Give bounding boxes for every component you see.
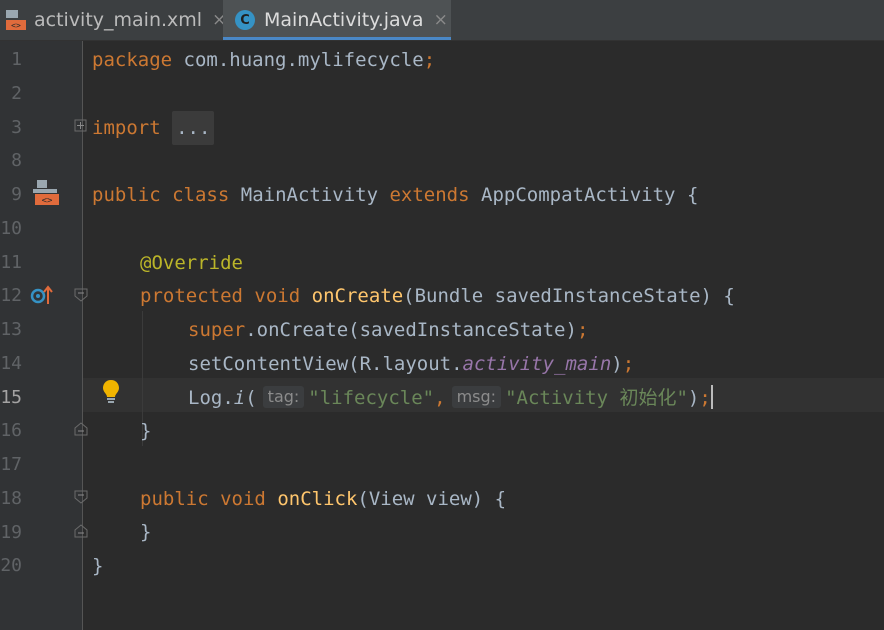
string-literal: "lifecycle" <box>308 387 435 409</box>
code-line-9[interactable]: public class MainActivity extends AppCom… <box>92 178 698 212</box>
resource-field: activity_main <box>462 353 612 375</box>
xml-layout-icon: <> <box>4 8 28 32</box>
line-number: 18 <box>0 488 22 509</box>
tab-label: MainActivity.java <box>264 9 424 31</box>
param-hint-tag: tag: <box>262 385 305 408</box>
brace: } <box>140 420 152 442</box>
keyword: super <box>188 319 246 341</box>
semicolon: ; <box>423 49 436 71</box>
method-name: onClick <box>277 488 358 510</box>
code-editor[interactable]: 1 2 3 8 9 10 11 12 13 14 15 16 17 18 19 … <box>0 41 884 630</box>
gutter[interactable]: 1 2 3 8 9 10 11 12 13 14 15 16 17 18 19 … <box>0 41 119 630</box>
svg-text:<>: <> <box>42 196 53 206</box>
line-number: 8 <box>11 150 22 171</box>
method-name: i <box>233 387 246 409</box>
line-number: 19 <box>0 522 22 543</box>
line-number: 1 <box>11 49 22 70</box>
paren: ) <box>687 387 700 409</box>
code-line-19[interactable]: } <box>140 515 151 549</box>
line-number: 2 <box>11 83 22 104</box>
line-number: 14 <box>0 353 22 374</box>
keyword: public <box>92 184 161 206</box>
fold-collapse-icon[interactable] <box>74 490 88 504</box>
keyword: protected <box>140 285 243 307</box>
fold-end-icon[interactable] <box>74 422 88 436</box>
paren: ( <box>245 387 257 409</box>
keyword: void <box>254 285 301 307</box>
code-line-14[interactable]: setContentView(R.layout.activity_main); <box>188 347 634 381</box>
code-line-1[interactable]: package com.huang.mylifecycle; <box>92 43 435 77</box>
keyword: class <box>172 184 230 206</box>
class-name: MainActivity <box>240 184 379 206</box>
string-literal: "Activity 初始化" <box>505 387 688 409</box>
close-icon[interactable]: × <box>434 10 448 30</box>
svg-text:<>: <> <box>11 21 21 30</box>
override-method-icon[interactable] <box>30 284 54 306</box>
semicolon: ; <box>699 387 711 409</box>
fold-expand-icon[interactable] <box>74 119 88 133</box>
code-line-11[interactable]: @Override <box>140 246 243 280</box>
method-name: onCreate <box>311 285 404 307</box>
line-number-current: 15 <box>0 387 22 408</box>
fold-end-icon[interactable] <box>74 524 88 538</box>
line-number: 12 <box>0 285 22 306</box>
semicolon: ; <box>576 319 589 341</box>
keyword: void <box>220 488 266 510</box>
code-line-15[interactable]: Log.i(tag: "lifecycle", msg: "Activity 初始化"… <box>188 381 713 415</box>
call: Log. <box>188 387 234 409</box>
call: setContentView(R.layout. <box>188 353 463 375</box>
tab-main-activity-java[interactable]: C MainActivity.java × <box>223 0 451 40</box>
comma: , <box>434 387 446 409</box>
editor-tab-bar: <> activity_main.xml × C MainActivity.ja… <box>0 0 884 41</box>
params: (Bundle savedInstanceState) { <box>403 285 735 307</box>
java-class-icon: C <box>235 10 255 30</box>
annotation: @Override <box>140 252 243 274</box>
line-number: 9 <box>11 184 22 205</box>
line-number: 20 <box>0 555 22 576</box>
params: (View view) { <box>357 488 507 510</box>
folded-imports[interactable]: ... <box>172 111 215 145</box>
param-hint-msg: msg: <box>451 385 502 408</box>
keyword: import <box>92 117 161 139</box>
package-name: com.huang.mylifecycle <box>172 49 424 71</box>
brace: } <box>140 521 152 543</box>
base-class: AppCompatActivity <box>481 184 676 206</box>
line-number: 3 <box>11 117 22 138</box>
code-line-12[interactable]: protected void onCreate(Bundle savedInst… <box>140 279 735 313</box>
text-caret <box>710 384 713 409</box>
code-line-20[interactable]: } <box>92 549 103 583</box>
code-line-18[interactable]: public void onClick(View view) { <box>140 482 506 516</box>
code-line-16[interactable]: } <box>140 414 151 448</box>
lightbulb-icon[interactable] <box>100 378 122 404</box>
semicolon: ; <box>622 353 635 375</box>
call: .onCreate(savedInstanceState) <box>245 319 577 341</box>
brace: } <box>92 555 104 577</box>
line-number: 13 <box>0 319 22 340</box>
keyword: package <box>92 49 173 71</box>
line-number: 16 <box>0 420 22 441</box>
line-number: 10 <box>0 218 22 239</box>
tab-activity-main-xml[interactable]: <> activity_main.xml × <box>0 0 226 40</box>
line-number: 11 <box>0 252 22 273</box>
keyword: extends <box>389 184 470 206</box>
line-number: 17 <box>0 454 22 475</box>
code-line-3[interactable]: import ... <box>92 111 215 145</box>
paren: ) <box>611 353 623 375</box>
code-line-13[interactable]: super.onCreate(savedInstanceState); <box>188 313 588 347</box>
layout-file-icon[interactable]: <> <box>32 179 60 207</box>
brace: { <box>686 184 699 206</box>
fold-collapse-icon[interactable] <box>74 288 88 302</box>
keyword: public <box>140 488 209 510</box>
tab-label: activity_main.xml <box>34 9 203 31</box>
